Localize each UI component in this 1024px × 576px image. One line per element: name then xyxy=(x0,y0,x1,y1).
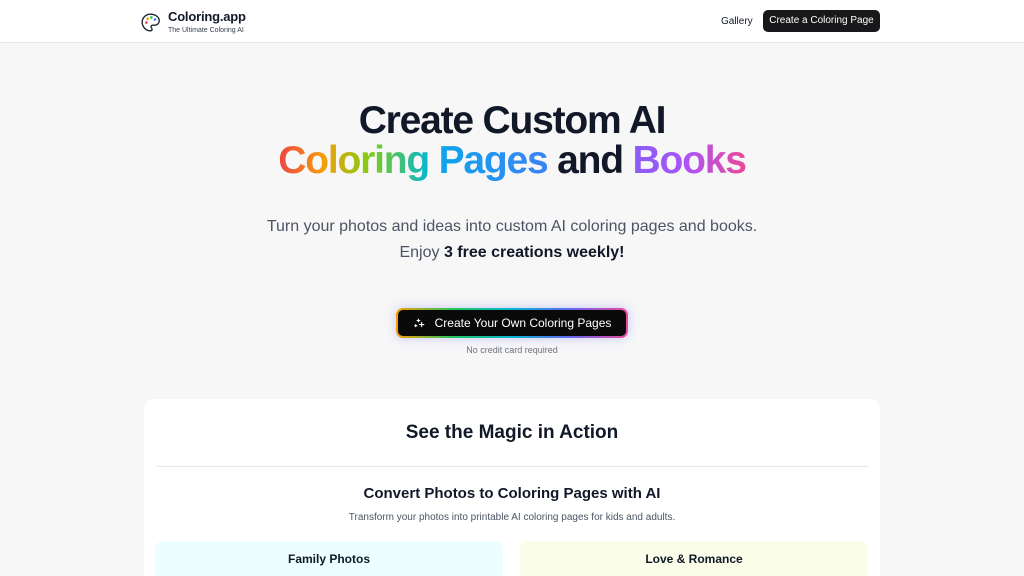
sparkles-icon xyxy=(413,318,424,327)
love-romance-card[interactable]: Love & Romance xyxy=(520,541,868,576)
hero-word-coloring: Coloring xyxy=(278,139,430,182)
brand-tagline: The Ultimate Coloring AI xyxy=(168,27,244,34)
brand-name: Coloring.app xyxy=(168,9,246,24)
hero-subtitle: Turn your photos and ideas into custom A… xyxy=(266,218,758,235)
palette-icon xyxy=(141,12,160,32)
hero-word-books: Books xyxy=(632,139,747,182)
no-credit-card-note: No credit card required xyxy=(466,345,558,355)
hero-title: Create Custom AI Coloring Pages and Book… xyxy=(0,100,1024,182)
create-your-own-label: Create Your Own Coloring Pages xyxy=(434,316,612,330)
hero-title-line1: Create Custom AI xyxy=(358,99,667,142)
hero-free-offer-prefix: Enjoy xyxy=(399,244,444,261)
convert-photos-title: Convert Photos to Coloring Pages with AI xyxy=(363,485,661,502)
magic-title: See the Magic in Action xyxy=(405,422,619,443)
create-coloring-page-button[interactable]: Create a Coloring Page xyxy=(763,10,880,32)
hero-title-line2: Coloring Pages and Books xyxy=(0,140,1024,182)
nav-gallery-link[interactable]: Gallery xyxy=(721,15,753,28)
family-photos-card[interactable]: Family Photos xyxy=(155,541,503,576)
brand-logo-link[interactable]: Coloring.app The Ultimate Coloring AI xyxy=(140,9,246,35)
hero-cta-gradient-border: Create Your Own Coloring Pages xyxy=(396,308,628,338)
hero-word-pages: Pages xyxy=(438,139,549,182)
hero-word-and: and xyxy=(557,139,624,182)
convert-photos-subtitle: Transform your photos into printable AI … xyxy=(348,512,676,523)
hero-free-offer: Enjoy 3 free creations weekly! xyxy=(0,243,1024,263)
panel-divider xyxy=(157,466,868,467)
hero-free-offer-bold: 3 free creations weekly! xyxy=(443,244,625,261)
top-navbar: Coloring.app The Ultimate Coloring AI Ga… xyxy=(0,0,1024,43)
create-your-own-button[interactable]: Create Your Own Coloring Pages xyxy=(398,310,626,336)
love-romance-label: Love & Romance xyxy=(645,552,743,566)
family-photos-label: Family Photos xyxy=(287,552,370,566)
